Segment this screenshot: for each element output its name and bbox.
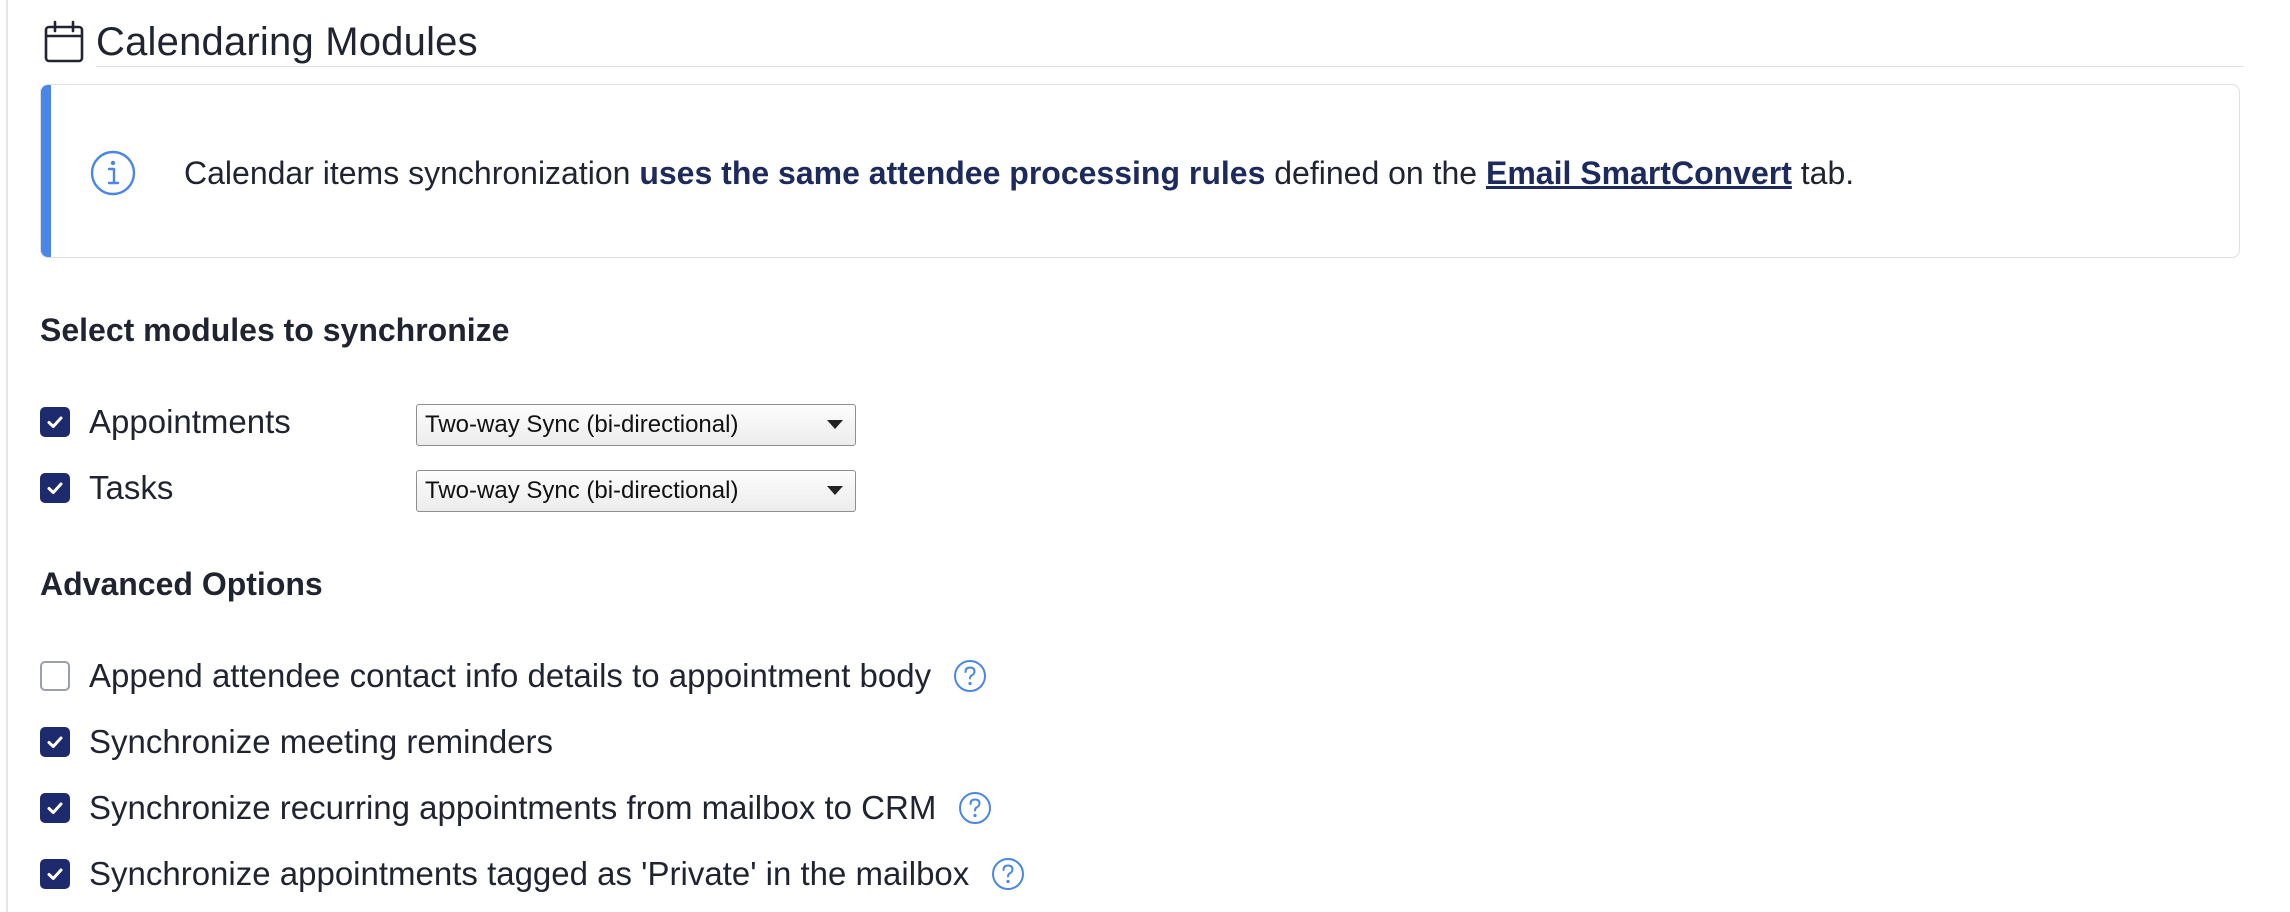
tasks-sync-value: Two-way Sync (bi-directional): [425, 477, 739, 504]
help-icon[interactable]: [953, 659, 987, 693]
private-appointments-label: Synchronize appointments tagged as 'Priv…: [89, 855, 970, 892]
chevron-down-icon: [827, 486, 843, 495]
private-appointments-checkbox[interactable]: [40, 859, 70, 889]
module-row-tasks: Tasks: [40, 468, 173, 508]
section-header: Calendaring Modules: [44, 18, 2244, 66]
appointments-sync-value: Two-way Sync (bi-directional): [425, 411, 739, 438]
option-row-append-attendee: Append attendee contact info details to …: [40, 656, 987, 696]
help-icon[interactable]: [958, 791, 992, 825]
meeting-reminders-checkbox[interactable]: [40, 727, 70, 757]
appointments-sync-select[interactable]: Two-way Sync (bi-directional): [416, 404, 856, 446]
info-callout: Calendar items synchronization uses the …: [40, 84, 2240, 258]
option-row-private-appointments: Synchronize appointments tagged as 'Priv…: [40, 854, 1025, 894]
callout-message: Calendar items synchronization uses the …: [184, 152, 1854, 194]
tasks-sync-select[interactable]: Two-way Sync (bi-directional): [416, 470, 856, 512]
email-smartconvert-link[interactable]: Email SmartConvert: [1486, 155, 1792, 191]
info-icon: [89, 149, 137, 197]
callout-text-before: Calendar items synchronization: [184, 155, 640, 191]
option-row-recurring-appointments: Synchronize recurring appointments from …: [40, 788, 992, 828]
appointments-label: Appointments: [89, 403, 291, 440]
left-border: [6, 0, 8, 912]
tasks-label: Tasks: [89, 469, 174, 506]
recurring-appointments-checkbox[interactable]: [40, 793, 70, 823]
calendaring-modules-panel: Calendaring Modules Calendar items synch…: [0, 0, 2290, 912]
appointments-checkbox[interactable]: [40, 407, 70, 437]
advanced-options-heading: Advanced Options: [40, 566, 323, 602]
callout-text-middle: defined on the: [1265, 155, 1486, 191]
append-attendee-label: Append attendee contact info details to …: [89, 657, 932, 694]
callout-text-after: tab.: [1791, 155, 1855, 191]
tasks-checkbox[interactable]: [40, 473, 70, 503]
modules-heading: Select modules to synchronize: [40, 312, 510, 348]
recurring-appointments-label: Synchronize recurring appointments from …: [89, 789, 937, 826]
calendar-icon: [44, 20, 84, 64]
help-icon[interactable]: [991, 857, 1025, 891]
header-divider: [96, 66, 2244, 67]
meeting-reminders-label: Synchronize meeting reminders: [89, 723, 554, 760]
append-attendee-checkbox[interactable]: [40, 661, 70, 691]
callout-text-bold: uses the same attendee processing rules: [639, 155, 1266, 191]
option-row-meeting-reminders: Synchronize meeting reminders: [40, 722, 553, 762]
module-row-appointments: Appointments: [40, 402, 291, 442]
chevron-down-icon: [827, 420, 843, 429]
callout-accent-bar: [41, 85, 51, 257]
page-title: Calendaring Modules: [96, 19, 478, 64]
